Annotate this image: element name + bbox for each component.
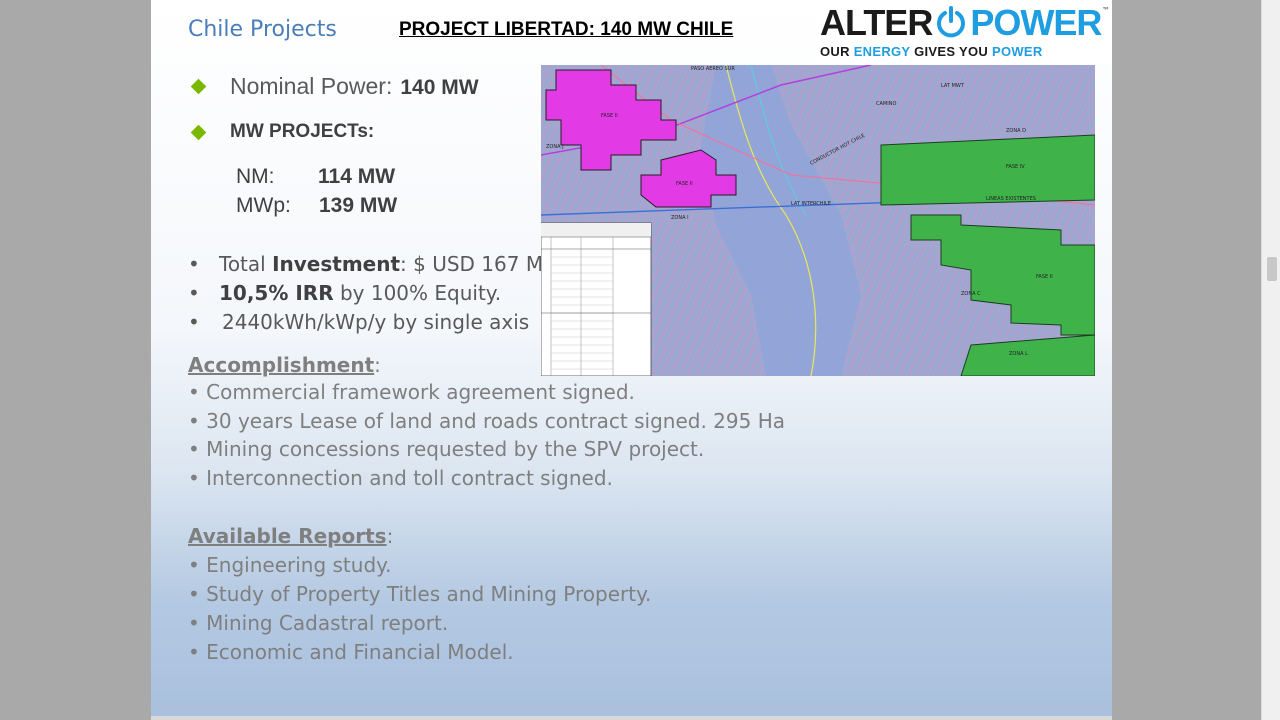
mw-projects-label: MW PROJECTs:	[230, 121, 375, 142]
svg-text:LAT MWT: LAT MWT	[941, 83, 965, 89]
section-label: Chile Projects	[188, 17, 337, 42]
slide-bottom-edge	[151, 716, 1112, 720]
svg-text:FASE II: FASE II	[1036, 274, 1053, 280]
logo-power-text: POWER	[970, 2, 1102, 43]
report-item: • Mining Cadastral report.	[188, 611, 449, 635]
irr-text: 10,5% IRR by 100% Equity.	[219, 281, 502, 305]
accomplishment-item: • Mining concessions requested by the SP…	[188, 437, 705, 461]
accomplishment-heading: Accomplishment:	[188, 353, 381, 377]
svg-text:LINEAS EXISTENTES: LINEAS EXISTENTES	[986, 196, 1036, 202]
svg-text:FASE IV: FASE IV	[1006, 164, 1025, 170]
nominal-power: Nominal Power: 140 MW	[230, 73, 479, 99]
report-item: • Engineering study.	[188, 553, 392, 577]
svg-text:ZONA C: ZONA C	[961, 291, 981, 297]
logo-alter-text: ALTER	[820, 2, 933, 43]
svg-text:ZONA J: ZONA J	[546, 144, 564, 150]
slide: Chile Projects PROJECT LIBERTAD: 140 MW …	[151, 0, 1112, 716]
svg-text:CAMINO: CAMINO	[876, 101, 896, 107]
vertical-scrollbar[interactable]	[1261, 0, 1280, 720]
power-button-icon	[937, 6, 966, 38]
bullet-dot: •	[188, 310, 200, 334]
logo-tagline: OUR ENERGY GIVES YOU POWER	[820, 44, 1043, 59]
report-item: • Study of Property Titles and Mining Pr…	[188, 582, 652, 606]
site-map-image: FASE II FASE II FASE IV FASE II ZONA I Z…	[541, 65, 1095, 376]
scrollbar-thumb[interactable]	[1267, 257, 1277, 281]
accomplishment-item: • 30 years Lease of land and roads contr…	[188, 409, 786, 433]
investment-text: Total Investment: $ USD 167 M;	[219, 252, 550, 276]
report-item: • Economic and Financial Model.	[188, 640, 514, 664]
bullet-dot: •	[188, 252, 200, 276]
svg-text:ZONA D: ZONA D	[1006, 128, 1026, 134]
alterpower-logo: ALTER POWER ™ OUR ENERGY GIVES YOU POWER	[816, 0, 1112, 64]
mwp-row: MWp: 139 MW	[236, 194, 398, 217]
green-diamond-bullet-icon	[190, 124, 207, 141]
accomplishment-item: • Interconnection and toll contract sign…	[188, 466, 613, 490]
reports-heading: Available Reports:	[188, 524, 394, 548]
green-diamond-bullet-icon	[190, 78, 207, 95]
bullet-dot: •	[188, 281, 200, 305]
svg-text:ZONA I: ZONA I	[671, 215, 689, 221]
svg-text:PASO AEREO SUR: PASO AEREO SUR	[691, 66, 735, 72]
svg-text:FASE II: FASE II	[676, 181, 693, 187]
trademark-symbol: ™	[1102, 6, 1110, 15]
svg-text:ZONA L: ZONA L	[1009, 351, 1028, 357]
logo-wordmark: ALTER POWER	[820, 2, 1102, 44]
svg-text:LAT INTERCHILE: LAT INTERCHILE	[791, 201, 831, 207]
accomplishment-item: • Commercial framework agreement signed.	[188, 380, 635, 404]
slide-title: PROJECT LIBERTAD: 140 MW CHILE	[399, 19, 734, 40]
yield-text: 2440kWh/kWp/y by single axis	[222, 310, 530, 334]
svg-text:FASE II: FASE II	[601, 113, 618, 119]
nm-row: NM: 114 MW	[236, 165, 396, 188]
